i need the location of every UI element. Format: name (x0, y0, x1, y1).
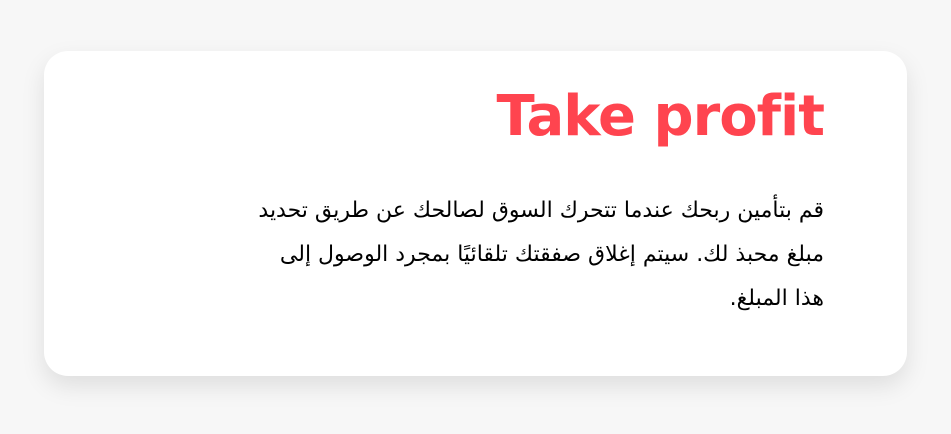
description-line: مبلغ محبذ لك. سيتم إغلاق صفقتك تلقائيًا … (279, 242, 824, 267)
description-line: قم بتأمين ربحك عندما تتحرك السوق لصالحك … (258, 198, 824, 223)
card-description: قم بتأمين ربحك عندما تتحرك السوق لصالحك … (124, 189, 824, 321)
description-line: هذا المبلغ. (729, 286, 824, 311)
card-title: Take profit (496, 84, 825, 149)
take-profit-info-card: Take profit قم بتأمين ربحك عندما تتحرك ا… (44, 51, 907, 376)
